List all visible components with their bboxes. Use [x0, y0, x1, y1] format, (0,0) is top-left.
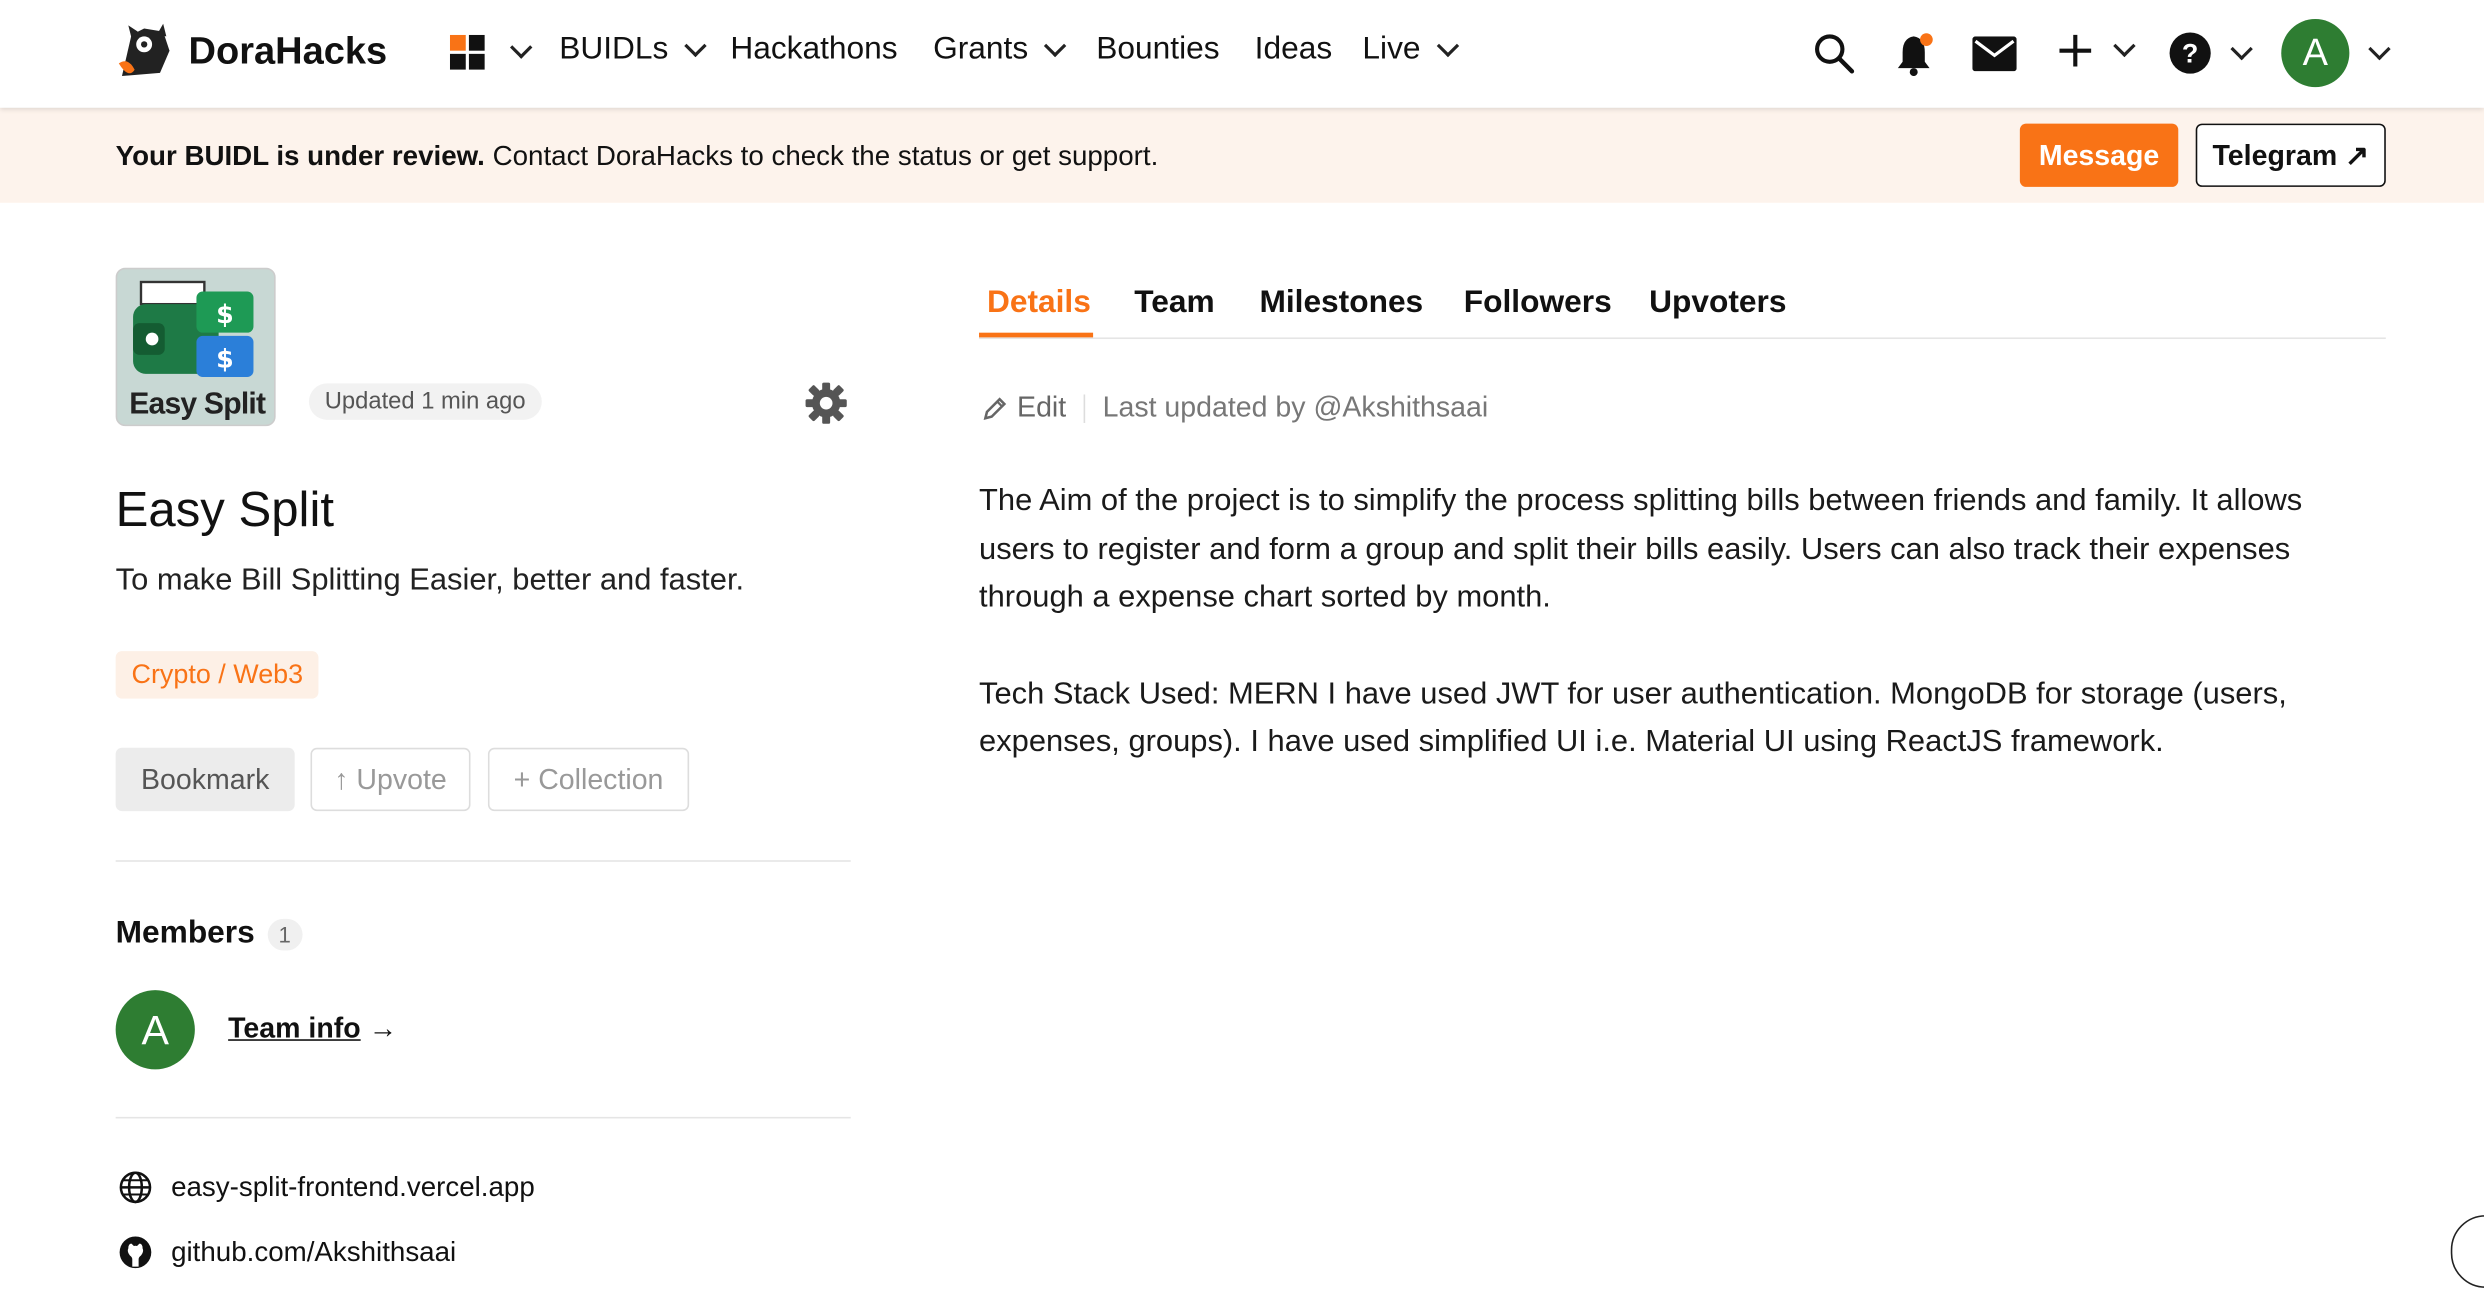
nav-grants[interactable]: Grants — [933, 31, 1067, 68]
edit-label: Edit — [1017, 391, 1067, 423]
team-info-label: Team info — [228, 1012, 361, 1044]
nav-buidls[interactable]: BUIDLs — [559, 31, 707, 68]
arrow-right-icon: → — [368, 1012, 398, 1044]
members-heading: Members 1 — [116, 916, 302, 952]
nav-buidls-label: BUIDLs — [559, 31, 669, 67]
settings-gear-icon[interactable] — [805, 382, 848, 425]
tab-upvoters[interactable]: Upvoters — [1649, 285, 1786, 321]
add-to-collection-button[interactable]: + Collection — [487, 747, 690, 812]
help-menu[interactable]: ? — [2169, 32, 2253, 75]
chevron-down-icon — [2230, 37, 2253, 60]
nav-live-label: Live — [1362, 31, 1421, 67]
user-avatar-letter: A — [2302, 30, 2328, 74]
updated-badge: Updated 1 min ago — [308, 383, 542, 420]
chevron-down-icon — [509, 36, 533, 59]
top-navbar: DoraHacks BUIDLs Hackathons Grants Bount… — [0, 0, 2484, 108]
tab-followers[interactable]: Followers — [1464, 285, 1612, 321]
create-menu[interactable] — [2056, 32, 2136, 70]
tech-stack-paragraph: Tech Stack Used: MERN I have used JWT fo… — [979, 675, 2287, 759]
bell-icon[interactable] — [1895, 32, 1936, 77]
user-menu[interactable]: A — [2281, 19, 2391, 88]
chat-widget-button[interactable] — [2450, 1215, 2484, 1288]
upvote-button[interactable]: ↑ Upvote — [310, 747, 471, 812]
category-tag[interactable]: Crypto / Web3 — [115, 651, 319, 699]
nav-hackathons[interactable]: Hackathons — [730, 32, 897, 68]
dorahacks-logo-icon — [118, 23, 170, 77]
description-paragraph: The Aim of the project is to simplify th… — [979, 483, 2303, 615]
svg-text:$: $ — [216, 299, 234, 329]
team-info-link[interactable]: Team info → — [228, 1012, 397, 1045]
project-tagline: To make Bill Splitting Easier, better an… — [115, 562, 745, 598]
brand-name: DoraHacks — [188, 30, 388, 73]
members-count-badge: 1 — [267, 918, 302, 950]
chevron-down-icon — [2368, 37, 2391, 60]
member-avatar-letter: A — [141, 1005, 169, 1053]
nav-grants-label: Grants — [933, 31, 1029, 67]
project-title: Easy Split — [115, 481, 335, 538]
last-updated-text: Last updated by @Akshithsaai — [1102, 391, 1489, 423]
review-status: Your BUIDL is under review. — [115, 139, 485, 172]
mail-icon[interactable] — [1972, 36, 2017, 72]
chevron-down-icon — [684, 33, 707, 57]
apps-grid-icon — [449, 34, 485, 70]
chevron-down-icon — [2113, 34, 2136, 58]
member-avatar[interactable]: A — [115, 990, 195, 1070]
nav-ideas-label: Ideas — [1254, 31, 1333, 67]
meta-separator — [1083, 394, 1086, 423]
project-logo: $ $ Easy Split — [115, 267, 276, 427]
review-banner-text: Your BUIDL is under review. Contact Dora… — [116, 139, 1159, 172]
user-avatar: A — [2281, 19, 2350, 88]
tab-milestones[interactable]: Milestones — [1259, 285, 1423, 321]
apps-menu[interactable] — [449, 34, 533, 70]
tab-details[interactable]: Details — [987, 285, 1091, 321]
edit-action[interactable]: Edit — [982, 391, 1066, 424]
nav-bounties-label: Bounties — [1096, 31, 1220, 67]
dorahacks-logo[interactable]: DoraHacks — [116, 22, 388, 82]
members-title: Members — [115, 915, 255, 951]
telegram-button[interactable]: Telegram ↗ — [2195, 123, 2386, 187]
logo-wordmark: Easy Split — [129, 388, 266, 422]
review-support-text: Contact DoraHacks to check the status or… — [484, 139, 1159, 172]
nav-ideas[interactable]: Ideas — [1255, 32, 1333, 68]
svg-text:$: $ — [216, 344, 234, 374]
github-link[interactable]: github.com/Akshithsaai — [171, 1236, 456, 1269]
help-icon: ? — [2169, 32, 2211, 74]
nav-live[interactable]: Live — [1362, 31, 1459, 68]
pencil-icon — [983, 396, 1007, 420]
section-divider — [115, 1116, 851, 1119]
search-icon[interactable] — [1814, 33, 1855, 74]
review-banner: Your BUIDL is under review. Contact Dora… — [0, 107, 2484, 203]
project-description: The Aim of the project is to simplify th… — [979, 477, 2386, 766]
github-icon — [119, 1236, 152, 1269]
plus-icon — [2059, 34, 2092, 67]
nav-hackathons-label: Hackathons — [730, 31, 898, 67]
bookmark-button[interactable]: Bookmark — [115, 747, 295, 812]
section-divider — [115, 860, 851, 862]
svg-text:?: ? — [2182, 39, 2198, 69]
globe-icon — [119, 1171, 152, 1204]
chevron-down-icon — [1436, 33, 1459, 57]
tab-team[interactable]: Team — [1134, 285, 1214, 321]
message-button[interactable]: Message — [2019, 123, 2179, 187]
tabs-divider — [979, 337, 2386, 340]
website-link[interactable]: easy-split-frontend.vercel.app — [171, 1171, 535, 1204]
nav-bounties[interactable]: Bounties — [1096, 32, 1219, 68]
chevron-down-icon — [1043, 33, 1067, 57]
